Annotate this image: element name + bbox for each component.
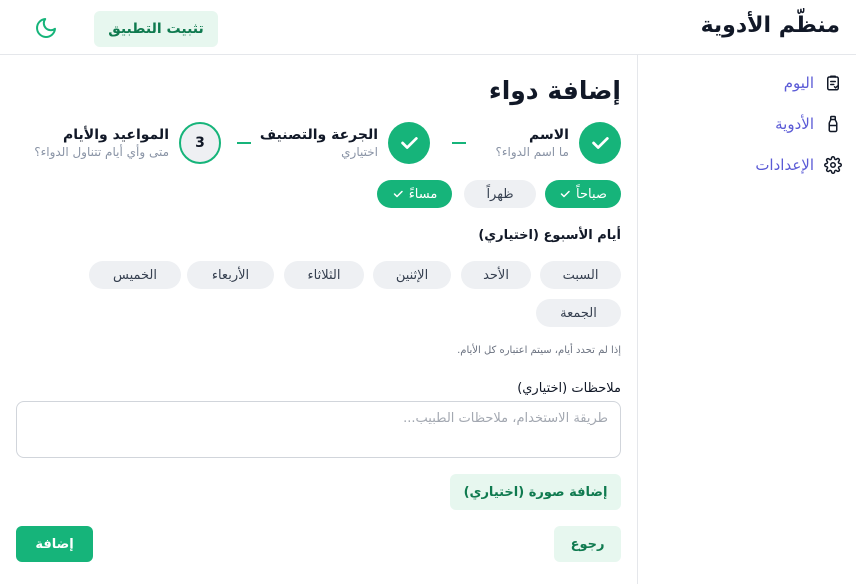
- chip-label: مساءً: [408, 186, 438, 202]
- step-number-circle: 3: [179, 122, 221, 164]
- app-header: منظّم الأدوية تثبيت التطبيق: [0, 0, 856, 55]
- sidebar-item-label: الإعدادات: [755, 156, 814, 174]
- notes-label: ملاحظات (اختياري): [517, 381, 621, 396]
- check-icon: [393, 190, 403, 198]
- main-content: إضافة دواء الاسم ما اسم الدواء؟ الجرعة و…: [0, 56, 637, 584]
- step-subtitle: ما اسم الدواء؟: [495, 145, 569, 159]
- day-chip[interactable]: الأربعاء: [187, 261, 274, 289]
- check-icon: [560, 190, 570, 198]
- day-chip[interactable]: الإثنين: [373, 261, 451, 289]
- check-icon: [401, 137, 418, 149]
- sidebar-item-medications[interactable]: الأدوية: [775, 112, 842, 136]
- step-subtitle: متى وأي أيام تتناول الدواء؟: [34, 145, 169, 159]
- moon-icon[interactable]: [34, 16, 58, 40]
- step-title: الجرعة والتصنيف: [259, 127, 378, 143]
- step-connector: [237, 142, 251, 144]
- step-connector: [452, 142, 466, 144]
- time-chip-noon[interactable]: ظهراً: [464, 180, 536, 208]
- time-chip-morning[interactable]: صباحاً: [545, 180, 621, 208]
- back-button[interactable]: رجوع: [554, 526, 621, 562]
- clipboard-icon: [827, 75, 839, 91]
- day-chip[interactable]: الأحد: [461, 261, 531, 289]
- day-chip[interactable]: السبت: [540, 261, 621, 289]
- day-chip[interactable]: الجمعة: [536, 299, 621, 327]
- sidebar: اليوم الأدوية الإعدادات: [637, 55, 856, 584]
- check-icon: [592, 137, 609, 149]
- step-schedule[interactable]: 3 المواعيد والأيام متى وأي أيام تتناول ا…: [34, 122, 221, 164]
- sidebar-item-label: اليوم: [783, 74, 814, 92]
- notes-field[interactable]: [16, 401, 621, 458]
- step-complete-circle: [579, 122, 621, 164]
- weekdays-label: أيام الأسبوع (اختياري): [478, 228, 621, 243]
- day-chip[interactable]: الخميس: [89, 261, 181, 289]
- chip-label: ظهراً: [486, 186, 514, 202]
- gear-icon: [824, 156, 842, 174]
- step-dosage[interactable]: الجرعة والتصنيف اختياري: [260, 122, 430, 164]
- sidebar-item-settings[interactable]: الإعدادات: [755, 153, 842, 177]
- sidebar-item-today[interactable]: اليوم: [784, 71, 842, 95]
- page-title: إضافة دواء: [488, 76, 621, 105]
- time-chip-evening[interactable]: مساءً: [377, 180, 452, 208]
- step-complete-circle: [388, 122, 430, 164]
- chip-label: صباحاً: [576, 186, 607, 202]
- install-app-button[interactable]: تثبيت التطبيق: [94, 11, 218, 47]
- step-subtitle: اختياري: [341, 145, 378, 159]
- medicine-bottle-icon: [828, 115, 838, 133]
- step-name[interactable]: الاسم ما اسم الدواء؟: [495, 122, 621, 164]
- day-chip[interactable]: الثلاثاء: [284, 261, 364, 289]
- weekdays-hint: إذا لم تحدد أيام، سيتم اعتباره كل الأيام…: [457, 345, 621, 356]
- add-photo-button[interactable]: إضافة صورة (اختياري): [450, 474, 621, 510]
- app-title: منظّم الأدوية: [700, 13, 840, 38]
- add-medication-button[interactable]: إضافة: [16, 526, 93, 562]
- step-title: الاسم: [529, 127, 569, 143]
- sidebar-item-label: الأدوية: [775, 115, 814, 133]
- step-title: المواعيد والأيام: [63, 127, 169, 143]
